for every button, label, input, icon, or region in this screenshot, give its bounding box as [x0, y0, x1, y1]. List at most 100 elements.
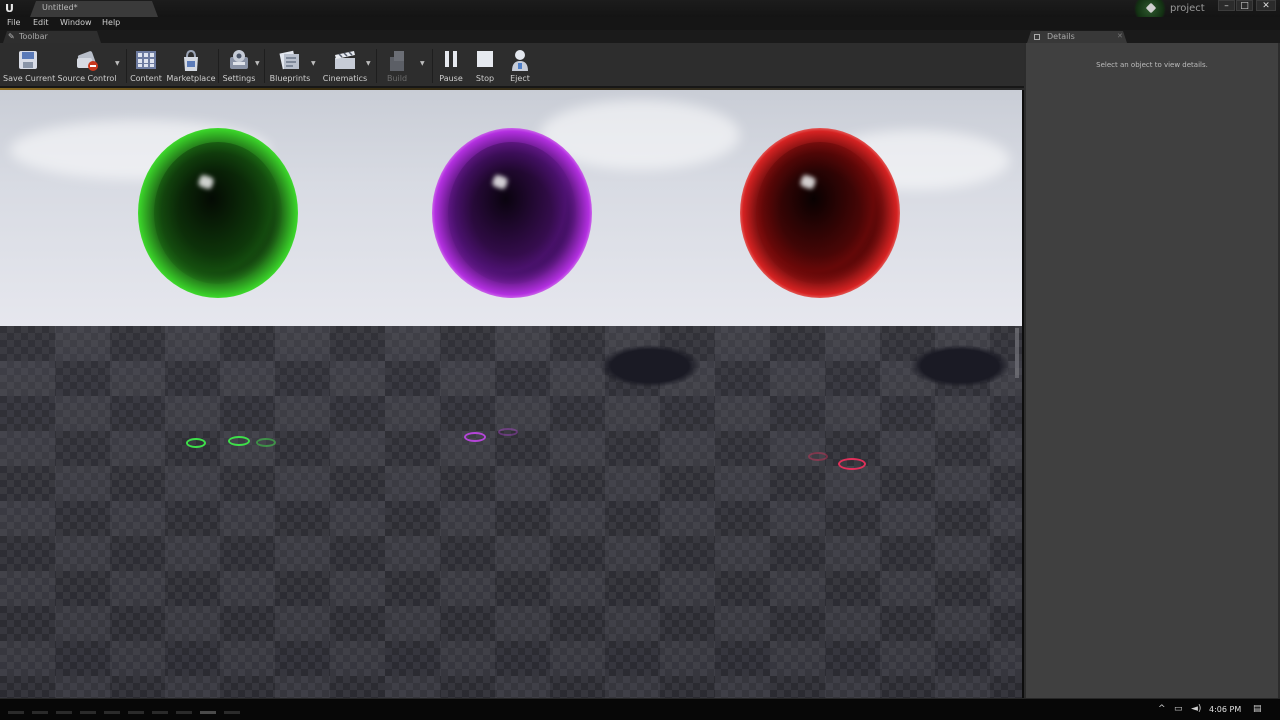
taskbar-app[interactable] — [8, 711, 24, 714]
toolbar-separator — [376, 49, 377, 83]
settings-button[interactable]: Settings — [220, 45, 258, 85]
taskbar-app[interactable] — [152, 711, 168, 714]
orb-core — [756, 141, 884, 285]
settings-label: Settings — [222, 74, 256, 83]
pause-button[interactable]: Pause — [434, 45, 468, 85]
network-icon[interactable]: ▭ — [1174, 704, 1183, 714]
content-button[interactable]: Content — [128, 45, 164, 85]
document-tab-label: Untitled* — [42, 3, 78, 12]
build-icon — [390, 51, 404, 71]
content-label: Content — [130, 74, 162, 83]
toolbar-separator — [126, 49, 127, 83]
checker-floor-detail — [0, 326, 1022, 698]
details-tab-row: Details ✕ — [1024, 30, 1280, 43]
menu-edit[interactable]: Edit — [33, 18, 49, 27]
settings-icon — [230, 50, 248, 69]
save-current-label: Save Current — [3, 74, 56, 83]
taskbar-app[interactable] — [176, 711, 192, 714]
menu-help[interactable]: Help — [102, 18, 120, 27]
viewport-edge — [1015, 328, 1019, 378]
taskbar-clock[interactable]: 4:06 PM — [1209, 705, 1241, 714]
close-tab-icon[interactable]: ✕ — [1117, 32, 1123, 40]
toolbar-tab[interactable]: ✎ Toolbar — [3, 31, 101, 43]
taskbar-app[interactable] — [128, 711, 144, 714]
source-control-button[interactable]: Source Control — [56, 45, 118, 85]
green-floor-particle — [256, 438, 276, 447]
unreal-logo-icon: U — [5, 2, 14, 15]
eject-button[interactable]: Eject — [504, 45, 536, 85]
blueprints-label: Blueprints — [269, 74, 311, 83]
marketplace-button[interactable]: Marketplace — [166, 45, 216, 85]
marketplace-label: Marketplace — [166, 74, 216, 83]
details-empty-message: Select an object to view details. — [1096, 61, 1208, 69]
save-icon — [19, 51, 37, 69]
taskbar-app[interactable] — [224, 711, 240, 714]
taskbar-app[interactable] — [56, 711, 72, 714]
notifications-icon[interactable]: ▤ — [1253, 704, 1262, 714]
save-current-button[interactable]: Save Current — [3, 45, 56, 85]
source-control-icon — [77, 51, 98, 71]
details-tab-label: Details — [1047, 32, 1075, 41]
volume-icon[interactable]: ◄) — [1191, 704, 1201, 714]
taskbar-app[interactable] — [200, 711, 216, 714]
maximize-button[interactable]: □ — [1236, 0, 1253, 11]
taskbar: ^ ▭ ◄) 4:06 PM ▤ — [0, 698, 1280, 720]
purple-energy-orb[interactable] — [432, 128, 592, 298]
orb-core — [154, 141, 282, 285]
details-tab[interactable]: Details ✕ — [1027, 31, 1127, 43]
content-icon — [136, 51, 156, 69]
toolbar-tab-label: Toolbar — [19, 32, 48, 41]
eject-label: Eject — [510, 74, 530, 83]
level-viewport[interactable] — [0, 90, 1022, 698]
menu-file[interactable]: File — [7, 18, 20, 27]
settings-dropdown-icon[interactable]: ▼ — [255, 60, 260, 67]
details-body: Select an object to view details. — [1026, 43, 1278, 698]
purple-floor-particle — [464, 432, 486, 442]
taskbar-app[interactable] — [104, 711, 120, 714]
marketplace-icon — [184, 49, 198, 71]
orb-core — [448, 141, 576, 285]
blueprints-dropdown-icon[interactable]: ▼ — [311, 60, 316, 67]
red-energy-orb[interactable] — [740, 128, 900, 298]
eject-icon — [512, 50, 528, 71]
green-floor-particle — [186, 438, 206, 448]
cinematics-label: Cinematics — [322, 74, 368, 83]
pause-label: Pause — [439, 74, 463, 83]
red-floor-particle — [838, 458, 866, 470]
stop-icon — [477, 51, 493, 67]
build-dropdown-icon[interactable]: ▼ — [420, 60, 425, 67]
blueprints-button[interactable]: Blueprints — [266, 45, 314, 85]
source-control-dropdown-icon[interactable]: ▼ — [115, 60, 120, 67]
minimize-button[interactable]: – — [1218, 0, 1235, 11]
tray-chevron-icon[interactable]: ^ — [1158, 704, 1166, 714]
pause-icon — [445, 51, 457, 67]
toolbar-separator — [218, 49, 219, 83]
taskbar-app[interactable] — [32, 711, 48, 714]
title-bar: U Untitled* project – □ ✕ — [0, 0, 1280, 22]
blueprints-icon — [279, 50, 299, 70]
cinematics-icon — [335, 51, 355, 69]
source-control-label: Source Control — [57, 74, 117, 83]
menu-window[interactable]: Window — [60, 18, 92, 27]
green-floor-particle — [228, 436, 250, 446]
document-tab[interactable]: Untitled* — [30, 1, 158, 17]
details-icon — [1034, 34, 1040, 40]
cinematics-dropdown-icon[interactable]: ▼ — [366, 60, 371, 67]
green-energy-orb[interactable] — [138, 128, 298, 298]
close-button[interactable]: ✕ — [1256, 0, 1276, 11]
toolbar-tab-row: ✎ Toolbar — [0, 30, 1024, 43]
stop-label: Stop — [475, 74, 495, 83]
red-floor-particle — [808, 452, 828, 461]
toolbar-separator — [432, 49, 433, 83]
orb-shadow — [910, 345, 1010, 387]
build-label: Build — [386, 74, 408, 83]
cinematics-button[interactable]: Cinematics — [321, 45, 369, 85]
build-button[interactable]: Build — [380, 45, 414, 85]
taskbar-app[interactable] — [80, 711, 96, 714]
details-panel: Details ✕ Select an object to view detai… — [1024, 30, 1280, 698]
toolbar-separator — [264, 49, 265, 83]
purple-floor-particle — [498, 428, 518, 436]
orb-shadow — [600, 345, 700, 387]
stop-button[interactable]: Stop — [470, 45, 500, 85]
toolbar: Save Current Source Control ▼ Content Ma… — [0, 43, 1024, 88]
